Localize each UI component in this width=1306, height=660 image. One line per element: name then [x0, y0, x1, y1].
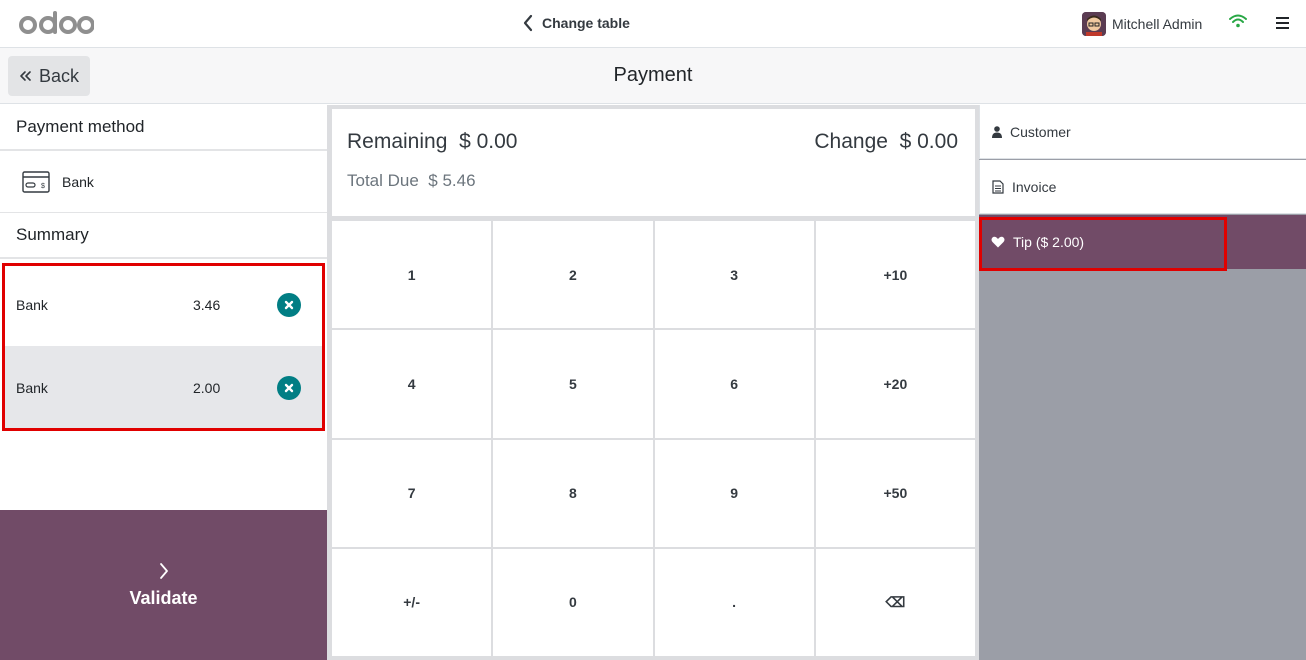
avatar — [1082, 12, 1106, 36]
payment-left-panel: Payment method $ Bank Summary Bank 3.46 … — [0, 105, 327, 660]
remaining-label: Remaining — [347, 130, 448, 153]
top-navbar: Change table Mitchell Admin — [0, 0, 1306, 48]
numpad-key-8[interactable]: 8 — [493, 439, 653, 547]
chevron-right-icon — [159, 562, 168, 579]
chevron-left-icon — [523, 14, 533, 32]
tip-label: Tip ($ 2.00) — [1013, 234, 1085, 250]
payment-method-bank[interactable]: $ Bank — [0, 151, 327, 213]
numpad-key-9[interactable]: 9 — [654, 439, 814, 547]
odoo-logo — [18, 6, 94, 40]
numpad-key-5[interactable]: 5 — [493, 330, 653, 438]
payment-center-panel: Remaining $ 0.00 Change $ 0.00 Total Due… — [327, 105, 979, 660]
delete-line-icon[interactable] — [277, 292, 301, 317]
numpad-key-2[interactable]: 2 — [493, 221, 653, 329]
payment-header: Payment Back — [0, 48, 1306, 104]
numpad-key-decimal[interactable]: . — [654, 548, 814, 656]
svg-text:$: $ — [41, 183, 45, 190]
user-name: Mitchell Admin — [1112, 16, 1203, 32]
user-avatar-icon — [1082, 12, 1106, 36]
numpad-key-3[interactable]: 3 — [654, 221, 814, 329]
payment-line[interactable]: Bank 3.46 — [4, 263, 322, 346]
numpad-key-plus50[interactable]: +50 — [815, 439, 975, 547]
invoice-label: Invoice — [1012, 178, 1057, 195]
customer-button[interactable]: Customer — [979, 105, 1306, 159]
payment-line-name: Bank — [16, 296, 48, 313]
payment-method-label: Bank — [62, 173, 94, 190]
user-menu[interactable]: Mitchell Admin — [1082, 11, 1202, 37]
validate-label: Validate — [129, 587, 198, 608]
total-due: Total Due $ 5.46 — [347, 171, 476, 191]
numpad-key-1[interactable]: 1 — [332, 221, 492, 329]
payment-line[interactable]: Bank 2.00 — [4, 346, 322, 429]
payment-right-panel: Customer Invoice Tip ($ 2.00) — [979, 105, 1306, 660]
numpad-key-4[interactable]: 4 — [332, 330, 492, 438]
payment-line-amount: 3.46 — [193, 296, 221, 313]
numpad: 1 2 3 +10 4 5 6 +20 7 8 9 +50 +/- 0 . ⌫ — [332, 221, 975, 656]
wifi-icon — [1229, 14, 1247, 28]
user-icon — [992, 125, 1002, 138]
page-title: Payment — [613, 64, 693, 86]
payment-line-name: Bank — [16, 379, 48, 396]
backspace-key[interactable]: ⌫ — [815, 548, 975, 656]
tip-button[interactable]: Tip ($ 2.00) — [979, 215, 1306, 269]
heart-icon — [991, 236, 1005, 248]
document-icon — [992, 179, 1004, 194]
payment-totals: Remaining $ 0.00 Change $ 0.00 Total Due… — [332, 109, 975, 216]
change-amount: Change $ 0.00 — [814, 130, 958, 154]
total-due-label: Total Due — [347, 171, 419, 190]
numpad-key-6[interactable]: 6 — [654, 330, 814, 438]
validate-button[interactable]: Validate — [0, 510, 327, 660]
change-table-label: Change table — [542, 15, 630, 31]
back-button[interactable]: Back — [8, 56, 90, 96]
customer-label: Customer — [1010, 123, 1071, 140]
numpad-key-plus10[interactable]: +10 — [815, 221, 975, 329]
change-label: Change — [814, 130, 888, 153]
numpad-key-sign[interactable]: +/- — [332, 548, 492, 656]
left-panel-content: Payment method $ Bank Summary Bank 3.46 … — [0, 105, 327, 510]
payment-line-amount: 2.00 — [193, 379, 221, 396]
summary-title: Summary — [0, 213, 327, 259]
bank-card-icon: $ — [22, 170, 50, 193]
change-table-button[interactable]: Change table — [522, 12, 630, 34]
back-label: Back — [38, 65, 80, 86]
menu-icon[interactable] — [1276, 17, 1289, 29]
payment-method-title: Payment method — [0, 105, 327, 151]
numpad-key-plus20[interactable]: +20 — [815, 330, 975, 438]
remaining-amount: Remaining $ 0.00 — [347, 130, 517, 154]
double-chevron-left-icon — [20, 71, 31, 81]
total-due-value: $ 5.46 — [428, 171, 476, 190]
numpad-key-0[interactable]: 0 — [493, 548, 653, 656]
change-value: $ 0.00 — [899, 130, 958, 153]
invoice-button[interactable]: Invoice — [979, 160, 1306, 214]
delete-line-icon[interactable] — [277, 375, 301, 400]
numpad-key-7[interactable]: 7 — [332, 439, 492, 547]
remaining-value: $ 0.00 — [459, 130, 518, 153]
odoo-logo-icon — [19, 11, 94, 34]
